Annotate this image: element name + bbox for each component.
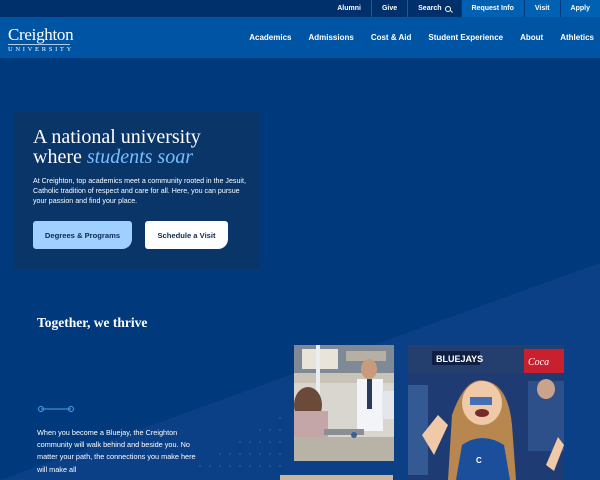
- nav-student-experience[interactable]: Student Experience: [428, 33, 503, 42]
- svg-text:BLUEJAYS: BLUEJAYS: [436, 354, 483, 364]
- svg-text:Coca: Coca: [528, 357, 549, 368]
- request-info-label: Request Info: [471, 5, 514, 12]
- together-copy: When you become a Bluejay, the Creighton…: [37, 428, 196, 474]
- hero-copy: At Creighton, top academics meet a commu…: [33, 177, 246, 205]
- small-photo-strip: [280, 475, 393, 480]
- hero-title: A national university where students soa…: [33, 127, 263, 167]
- schedule-visit-button[interactable]: Schedule a Visit: [145, 221, 228, 249]
- hero-title-line1: A national university: [33, 126, 201, 148]
- hero-title-prefix: where: [33, 146, 87, 168]
- degrees-programs-button[interactable]: Degrees & Programs: [33, 221, 132, 249]
- svg-text:C: C: [476, 456, 482, 465]
- alumni-link[interactable]: Alumni: [327, 0, 371, 17]
- together-title: Together, we thrive: [37, 315, 148, 330]
- give-link[interactable]: Give: [370, 0, 407, 17]
- visit-label: Visit: [534, 5, 550, 12]
- hero-section: A national university where students soa…: [0, 58, 600, 480]
- nav-admissions[interactable]: Admissions: [308, 33, 353, 42]
- creighton-logo[interactable]: Creighton UNIVERSITY: [8, 25, 74, 53]
- main-navbar: Creighton UNIVERSITY Academics Admission…: [0, 17, 600, 58]
- nav-athletics[interactable]: Athletics: [560, 33, 594, 42]
- apply-button[interactable]: Apply: [559, 0, 600, 17]
- logo-subtitle: UNIVERSITY: [8, 44, 74, 53]
- nav-academics[interactable]: Academics: [249, 33, 291, 42]
- request-info-button[interactable]: Request Info: [460, 0, 524, 17]
- search-label: Search: [418, 5, 442, 12]
- hero-card: A national university where students soa…: [14, 111, 260, 269]
- decorative-dot-grid: [199, 417, 281, 467]
- section-divider-icon: [38, 406, 74, 412]
- main-nav: Academics Admissions Cost & Aid Student …: [232, 17, 594, 58]
- hero-title-emphasis: students soar: [86, 146, 193, 168]
- visit-button[interactable]: Visit: [523, 0, 560, 17]
- search-icon: [444, 5, 451, 12]
- lab-photo: [294, 345, 394, 461]
- give-link-label: Give: [381, 5, 398, 12]
- apply-label: Apply: [570, 5, 590, 12]
- search-button[interactable]: Search: [407, 0, 460, 17]
- utility-bar: Alumni Give Search Request Info Visit Ap…: [0, 0, 600, 17]
- logo-wordmark: Creighton: [8, 25, 74, 44]
- nav-about[interactable]: About: [520, 33, 543, 42]
- fan-photo: BLUEJAYS Coca C: [408, 345, 564, 480]
- nav-cost-aid[interactable]: Cost & Aid: [371, 33, 412, 42]
- alumni-link-label: Alumni: [337, 5, 361, 12]
